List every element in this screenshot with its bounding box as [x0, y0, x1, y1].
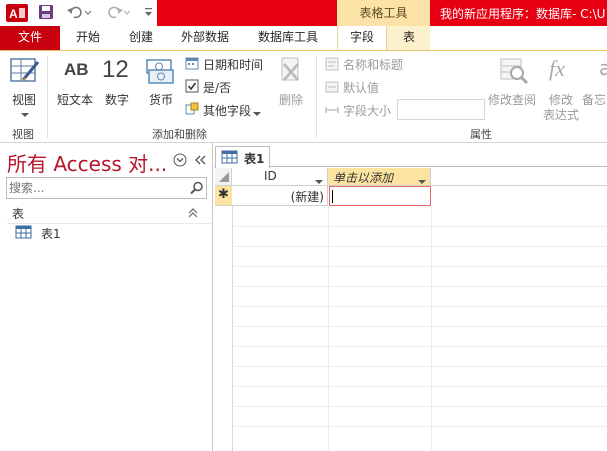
- number-button[interactable]: 数字: [105, 91, 129, 108]
- tab-home[interactable]: 开始: [64, 26, 112, 50]
- memo-icon: a: [599, 56, 607, 80]
- column-header-id-label: ID: [264, 169, 277, 183]
- quick-access-toolbar: A: [0, 0, 157, 26]
- delete-field-icon: [278, 56, 304, 86]
- document-tab-label: 表1: [244, 152, 265, 166]
- name-caption-button[interactable]: 名称和标题: [343, 56, 403, 73]
- group-label-properties: 属性: [470, 128, 492, 141]
- tab-database-tools[interactable]: 数据库工具: [246, 26, 330, 50]
- column-header-empty: [431, 168, 607, 186]
- default-value-icon: [325, 80, 339, 94]
- tab-field[interactable]: 字段: [337, 26, 387, 50]
- short-text-icon: AB: [64, 60, 89, 79]
- nav-item-table1[interactable]: 表1: [41, 225, 61, 242]
- currency-icon: [145, 56, 175, 86]
- datetime-button[interactable]: 日期和时间: [203, 56, 263, 73]
- app-title: 我的新应用程序：数据库- C:\U: [440, 7, 606, 21]
- select-all-corner[interactable]: [215, 168, 232, 186]
- yesno-button[interactable]: 是/否: [203, 79, 231, 96]
- gridline: [232, 206, 233, 451]
- column-dropdown-icon[interactable]: [315, 174, 323, 184]
- group-label-add-delete: 添加和删除: [152, 128, 207, 141]
- modify-lookups-icon: [498, 56, 530, 86]
- new-record-selector[interactable]: ✱: [215, 186, 232, 206]
- svg-text:A: A: [9, 7, 18, 21]
- gridline: [232, 366, 607, 367]
- checkbox-icon: [185, 79, 199, 93]
- new-record-marker: ✱: [218, 187, 229, 202]
- number-icon: 12: [102, 56, 129, 83]
- short-text-button[interactable]: 短文本: [57, 91, 93, 108]
- undo-icon[interactable]: [66, 4, 92, 20]
- document-tab-table1[interactable]: 表1: [215, 146, 270, 168]
- gridline: [232, 286, 607, 287]
- gridline: [431, 206, 432, 451]
- modify-lookups-button[interactable]: 修改查阅: [488, 91, 536, 108]
- cell-click-to-add-new[interactable]: [329, 186, 431, 206]
- gridline: [232, 346, 607, 347]
- column-header-add-label: 单击以添加: [333, 171, 394, 185]
- gridline: [232, 306, 607, 307]
- view-icon[interactable]: [9, 56, 41, 86]
- access-logo-icon: A: [6, 4, 28, 22]
- group-separator: [316, 56, 317, 138]
- name-caption-icon: [325, 57, 339, 71]
- nav-menu-icon[interactable]: [173, 153, 187, 167]
- delete-field-button[interactable]: 删除: [279, 91, 303, 108]
- view-button[interactable]: 视图: [12, 91, 36, 108]
- group-separator: [47, 56, 48, 138]
- gridline: [232, 386, 607, 387]
- group-label-view: 视图: [12, 128, 34, 141]
- cell-id-new[interactable]: (新建): [232, 186, 328, 206]
- table-icon: [15, 225, 32, 239]
- view-dropdown-icon[interactable]: [20, 108, 30, 117]
- gridline: [232, 226, 607, 227]
- datasheet-grid: [214, 167, 607, 451]
- tab-external-data[interactable]: 外部数据: [170, 26, 240, 50]
- save-icon[interactable]: [38, 4, 54, 20]
- search-input[interactable]: [9, 180, 185, 196]
- nav-divider: [7, 223, 213, 224]
- customize-toolbar-icon[interactable]: [144, 5, 154, 19]
- text-cursor: [332, 190, 333, 203]
- table-icon: [221, 150, 238, 164]
- column-header-id[interactable]: ID: [232, 168, 328, 186]
- nav-search-box[interactable]: [6, 177, 207, 199]
- currency-button[interactable]: 货币: [149, 91, 173, 108]
- gridline: [232, 326, 607, 327]
- modify-expression-button-line2: 表达式: [543, 108, 580, 122]
- tab-file[interactable]: 文件: [0, 26, 60, 50]
- memo-button[interactable]: 备忘: [582, 91, 607, 108]
- new-record-id-text: (新建): [290, 190, 324, 204]
- field-size-icon: [325, 103, 339, 117]
- search-icon[interactable]: [190, 181, 204, 195]
- tab-create[interactable]: 创建: [116, 26, 166, 50]
- fx-icon: fx: [549, 56, 565, 81]
- collapse-pane-icon[interactable]: [193, 153, 207, 167]
- gridline: [232, 266, 607, 267]
- nav-section-header[interactable]: 表: [12, 205, 24, 222]
- field-size-input[interactable]: [397, 99, 485, 120]
- default-value-button[interactable]: 默认值: [343, 79, 379, 96]
- document-tab-strip: [214, 143, 607, 167]
- more-fields-icon: [185, 102, 199, 116]
- tab-table[interactable]: 表: [390, 26, 428, 50]
- redo-icon[interactable]: [104, 4, 131, 20]
- more-fields-dropdown-icon[interactable]: [253, 106, 261, 116]
- more-fields-button[interactable]: 其他字段: [203, 102, 251, 119]
- context-group-label: 表格工具: [359, 6, 408, 20]
- section-collapse-icon[interactable]: [187, 207, 199, 219]
- column-dropdown-icon[interactable]: [418, 174, 426, 184]
- nav-pane-title[interactable]: 所有 Access 对...: [7, 148, 167, 177]
- gridline: [328, 206, 329, 451]
- column-header-click-to-add[interactable]: 单击以添加: [328, 168, 431, 186]
- calendar-icon: [185, 56, 199, 70]
- gridline: [232, 246, 607, 247]
- gridline: [232, 426, 607, 427]
- gridline: [232, 406, 607, 407]
- field-size-label: 字段大小: [343, 104, 392, 118]
